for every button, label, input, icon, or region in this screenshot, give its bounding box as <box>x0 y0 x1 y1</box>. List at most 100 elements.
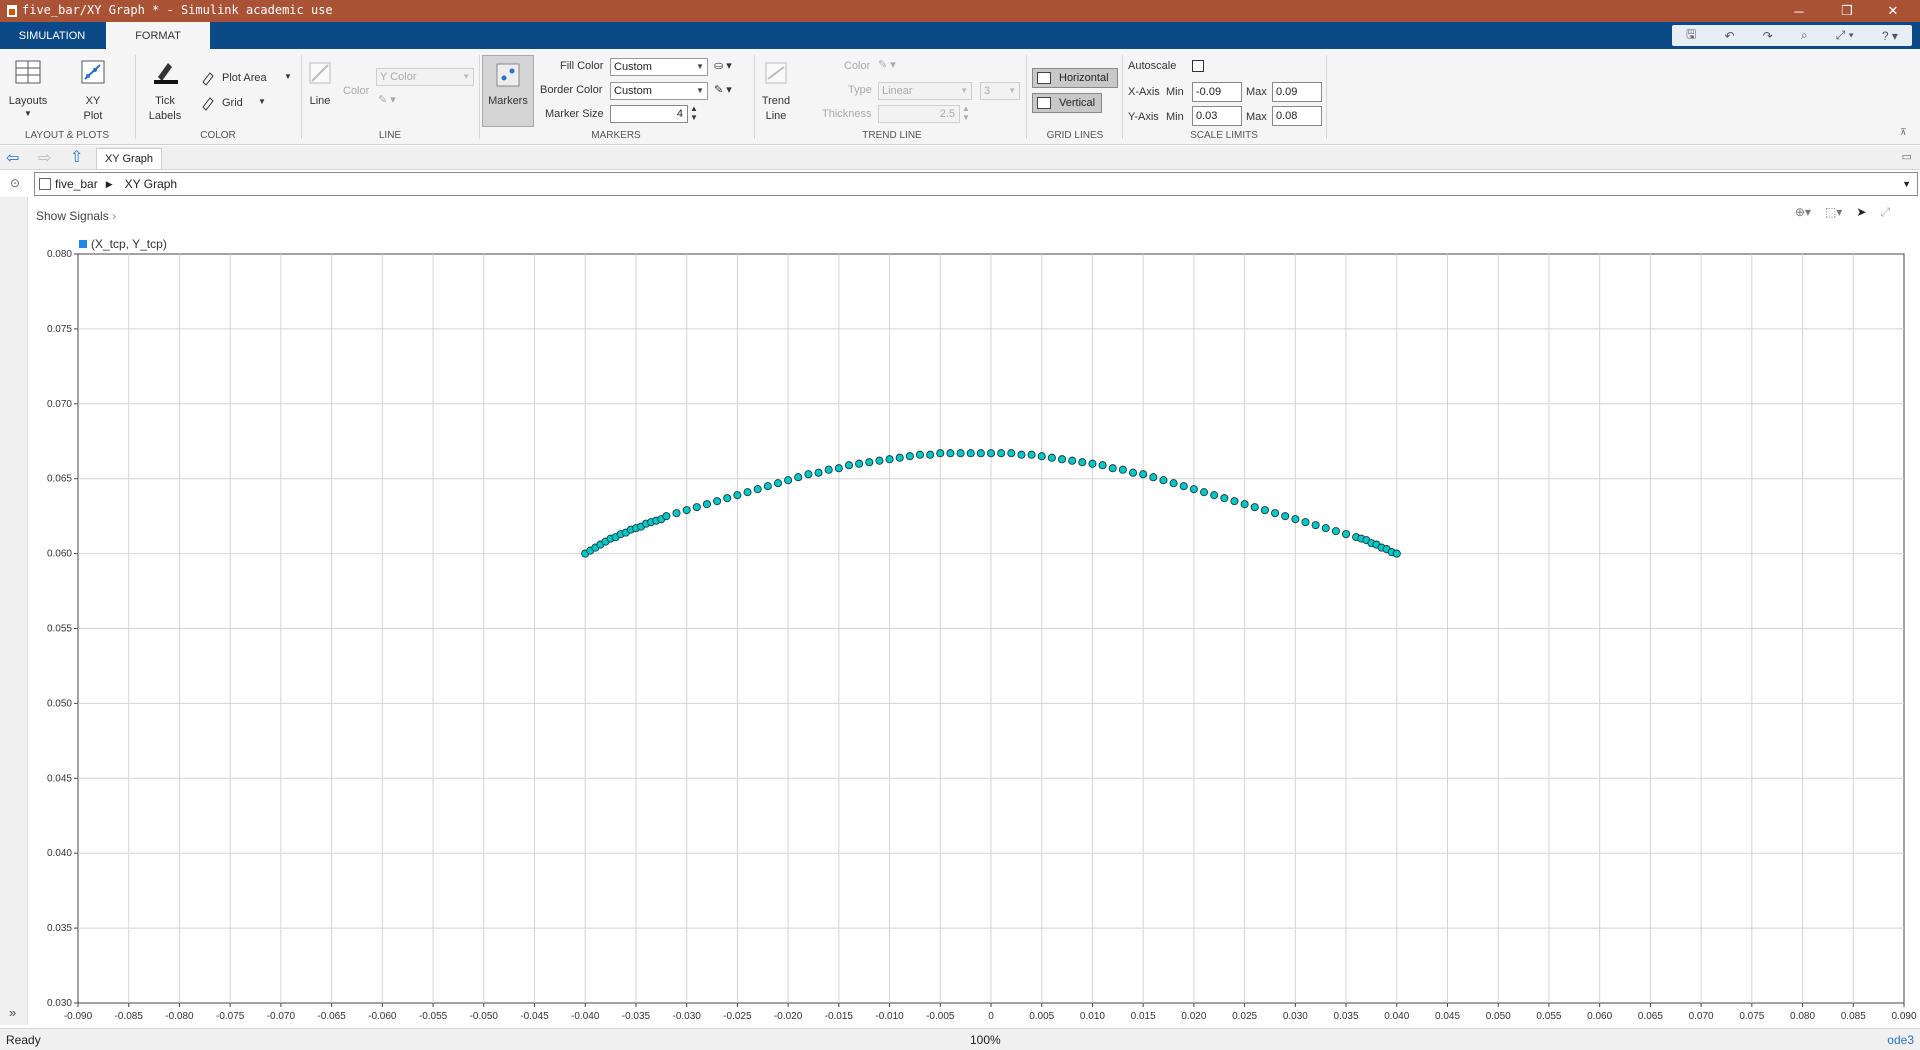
data-point <box>1281 512 1290 521</box>
search-icon[interactable]: ⌕ <box>1801 28 1808 43</box>
x-min-label: Min <box>1166 86 1184 98</box>
border-color-dropdown[interactable]: Custom ▼ <box>610 82 708 100</box>
border-color-picker-icon[interactable]: ✎ ▾ <box>714 83 732 96</box>
markers-section-label: MARKERS <box>591 130 641 141</box>
show-signals-label: Show Signals <box>36 209 109 223</box>
x-tick-label: 0.050 <box>1486 1011 1511 1022</box>
breadcrumb-root[interactable]: five_bar <box>55 177 98 191</box>
solver-link[interactable]: ode3 <box>1887 1033 1914 1047</box>
save-icon[interactable]: 🖫 <box>1686 25 1696 46</box>
x-tick-label: 0.085 <box>1841 1011 1866 1022</box>
data-point <box>1118 465 1127 474</box>
data-point <box>966 449 975 458</box>
tab-simulation[interactable]: SIMULATION <box>8 22 96 49</box>
tab-format[interactable]: FORMAT <box>106 22 210 49</box>
layouts-chevron-down-icon[interactable]: ▼ <box>4 106 52 121</box>
up-arrow-icon[interactable]: ⇧ <box>70 147 83 167</box>
explorer-bar-icon[interactable]: ▭ <box>1902 150 1912 163</box>
back-arrow-icon[interactable]: ⇦ <box>6 148 19 168</box>
data-point <box>713 497 722 506</box>
x-tick-label: 0.025 <box>1232 1011 1257 1022</box>
layout-plots-section-label: LAYOUT & PLOTS <box>24 130 110 141</box>
chevron-down-icon: ▼ <box>696 86 704 95</box>
autoscale-checkbox[interactable] <box>1192 60 1204 72</box>
expand-icon[interactable]: ⤢ <box>1880 205 1890 220</box>
xy-plot-icon[interactable] <box>80 59 106 85</box>
x-tick-label: 0.070 <box>1689 1011 1714 1022</box>
model-tab-xy-graph[interactable]: XY Graph <box>96 148 162 169</box>
data-point <box>1220 494 1229 503</box>
minimize-button[interactable]: ─ <box>1776 0 1822 22</box>
trend-type-dropdown[interactable]: Linear ▼ <box>878 82 972 100</box>
y-max-input[interactable]: 0.08 <box>1272 106 1322 126</box>
x-max-input[interactable]: 0.09 <box>1272 82 1322 102</box>
status-bar: Ready 100% ode3 <box>0 1028 1920 1050</box>
line-color-picker-icon[interactable]: ✎ ▾ <box>378 93 396 106</box>
close-button[interactable]: ✕ <box>1870 0 1916 22</box>
cursor-icon[interactable]: ➤ <box>1856 205 1866 220</box>
xy-plot-line1[interactable]: XY <box>70 94 116 109</box>
data-point <box>1210 491 1219 500</box>
data-point <box>672 509 681 518</box>
horizontal-grid-toggle[interactable]: Horizontal <box>1032 68 1118 88</box>
tick-labels-line1[interactable]: Tick <box>142 94 188 109</box>
marker-size-input[interactable]: 4 <box>610 105 688 123</box>
chevron-down-icon: ▼ <box>960 86 968 95</box>
show-signals-button[interactable]: Show Signals › <box>36 209 116 223</box>
redo-icon[interactable]: ↷ <box>1763 29 1773 43</box>
divider <box>479 55 480 139</box>
x-min-input[interactable]: -0.09 <box>1192 82 1242 102</box>
x-tick-label: 0.010 <box>1080 1011 1105 1022</box>
grid-chevron-down-icon[interactable]: ▼ <box>258 97 266 106</box>
trend-line-icon[interactable] <box>764 61 788 85</box>
x-axis-label: X-Axis <box>1128 86 1160 98</box>
line-button[interactable]: Line <box>302 94 338 109</box>
help-icon[interactable]: ? ▾ <box>1882 29 1898 43</box>
breadcrumb-chevron-down-icon[interactable]: ▼ <box>1902 179 1911 189</box>
line-section-label: LINE <box>378 130 402 141</box>
y-tick-label: 0.050 <box>47 698 72 709</box>
ribbon: Layouts ▼ XY Plot LAYOUT & PLOTS Tick La… <box>0 49 1920 145</box>
undo-icon[interactable]: ↶ <box>1724 29 1734 43</box>
markers-button[interactable]: Markers <box>482 55 534 127</box>
plot-area-button[interactable]: Plot Area <box>222 72 267 84</box>
data-point <box>1047 453 1056 462</box>
trend-line-line1[interactable]: Trend <box>756 94 796 109</box>
vertical-grid-toggle[interactable]: Vertical <box>1032 93 1102 113</box>
plot-area-color-icon <box>202 72 214 86</box>
data-point <box>875 456 884 465</box>
grid-color-button[interactable]: Grid <box>222 97 243 109</box>
trend-color-picker-icon[interactable]: ✎ ▾ <box>878 58 896 71</box>
fill-color-picker-icon[interactable]: ⛀ ▾ <box>714 59 732 72</box>
hide-explorer-icon[interactable]: ⊙ <box>10 176 20 190</box>
fit-to-view-icon[interactable]: ⬚▾ <box>1825 205 1842 220</box>
thickness-input[interactable]: 2.5 <box>878 105 960 123</box>
x-tick-label: -0.030 <box>672 1011 701 1022</box>
collapse-ribbon-icon[interactable]: ⊼ <box>1900 127 1907 138</box>
fill-color-dropdown[interactable]: Custom ▼ <box>610 58 708 76</box>
breadcrumb-current[interactable]: XY Graph <box>125 177 177 191</box>
x-tick-label: -0.020 <box>774 1011 803 1022</box>
data-point <box>1159 476 1168 485</box>
forward-arrow-icon[interactable]: ⇨ <box>38 148 51 168</box>
marker-size-spinner[interactable]: ▲ ▼ <box>690 104 698 122</box>
y-min-input[interactable]: 0.03 <box>1192 106 1242 126</box>
xy-plot-line2[interactable]: Plot <box>70 109 116 124</box>
thickness-spinner[interactable]: ▲ ▼ <box>962 104 970 122</box>
x-tick-label: -0.050 <box>470 1011 499 1022</box>
tick-labels-icon[interactable] <box>152 59 180 85</box>
data-point <box>986 449 996 458</box>
zoom-tool-icon[interactable]: ⤢ ▾ <box>1836 28 1854 43</box>
restore-button[interactable]: ❐ <box>1824 0 1870 22</box>
data-point <box>1027 450 1036 459</box>
x-tick-label: -0.065 <box>317 1011 346 1022</box>
tick-labels-line2[interactable]: Labels <box>142 109 188 124</box>
y-color-dropdown[interactable]: Y Color ▼ <box>376 68 474 86</box>
zoom-icon[interactable]: ⊕▾ <box>1795 205 1811 220</box>
plot-area-chevron-down-icon[interactable]: ▼ <box>284 72 292 81</box>
layouts-icon[interactable] <box>14 59 42 85</box>
trend-order-dropdown[interactable]: 3 ▼ <box>980 82 1020 100</box>
trend-line-line2[interactable]: Line <box>756 109 796 124</box>
line-icon[interactable] <box>308 61 332 85</box>
data-point <box>1078 458 1087 467</box>
